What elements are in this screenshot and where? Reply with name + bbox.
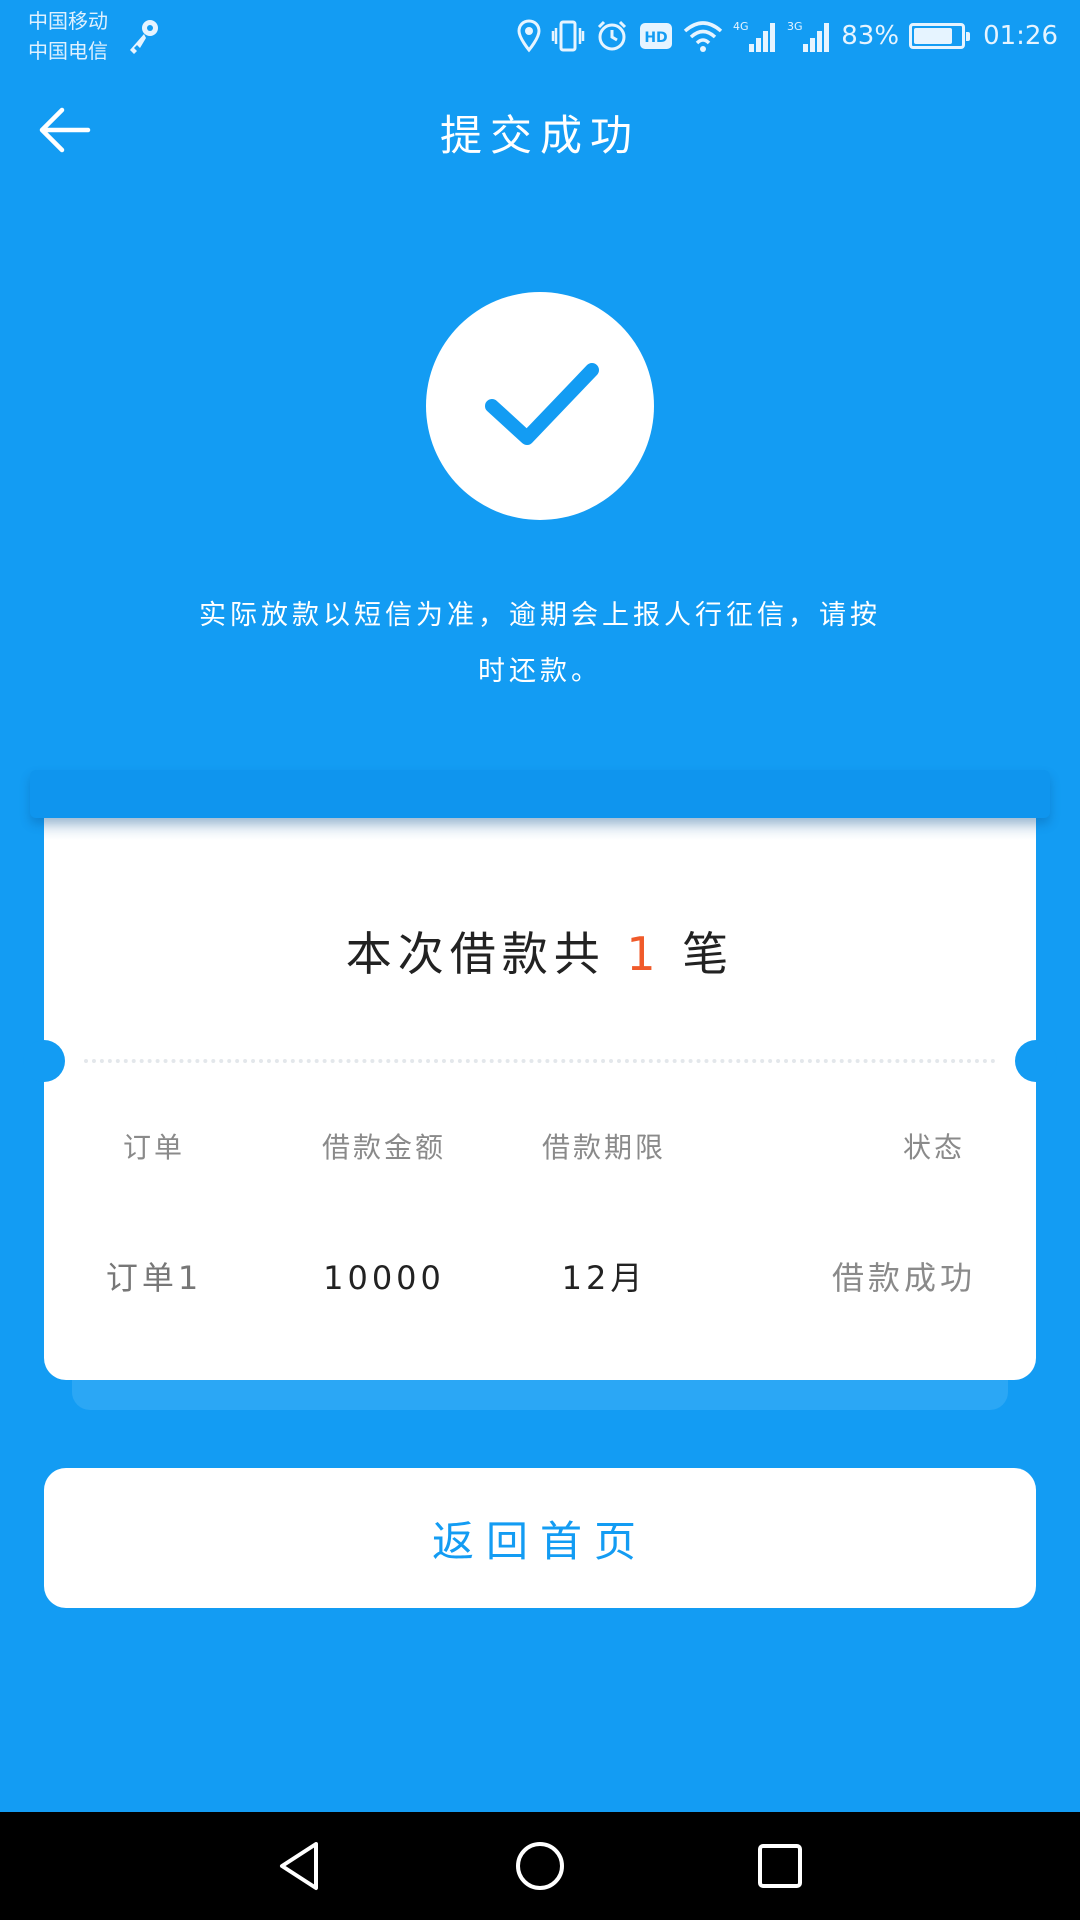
notice-line-2: 时还款。 [478, 656, 602, 687]
return-home-button[interactable]: 返回首页 [44, 1468, 1036, 1608]
nav-recent-icon[interactable] [750, 1836, 810, 1896]
column-header-amount: 借款金额 [321, 1131, 446, 1164]
card-top-shade [44, 818, 1036, 840]
loan-term: 12月 [561, 1259, 647, 1297]
ticket-slot [30, 770, 1050, 818]
clock: 01:26 [983, 21, 1058, 51]
hd-label: HD [645, 30, 668, 46]
nav-home-icon[interactable] [510, 1836, 570, 1896]
ticket-notch-right [1015, 1040, 1057, 1082]
key-icon [130, 20, 158, 54]
column-header-status: 状态 [902, 1131, 965, 1164]
carrier-1: 中国移动 [28, 9, 108, 33]
success-circle [426, 292, 654, 520]
hd-icon: HD [640, 23, 673, 49]
signal-icon-4g: 4G [733, 20, 776, 52]
battery-percent: 83% [841, 21, 900, 51]
column-header-term: 借款期限 [541, 1131, 666, 1164]
battery-icon [909, 23, 971, 49]
ticket-divider [84, 1059, 996, 1063]
table-header: 订单 借款金额 借款期限 状态 [44, 1118, 1036, 1178]
column-header-order: 订单 [122, 1131, 185, 1164]
repayment-notice: 实际放款以短信为准，逾期会上报人行征信，请按 时还款。 [170, 588, 910, 700]
network-4g-label: 4G [733, 20, 749, 33]
battery-fill [914, 28, 953, 44]
loan-amount: 10000 [323, 1259, 445, 1297]
nav-back-icon[interactable] [270, 1836, 330, 1896]
loan-status: 借款成功 [831, 1259, 976, 1297]
loan-count: 本次借款共 1 笔 [44, 918, 1036, 984]
loan-count-suffix: 笔 [682, 927, 735, 981]
vibrate-icon [552, 20, 585, 52]
wifi-icon [684, 21, 723, 52]
alarm-icon [598, 20, 627, 51]
navigation-bar [0, 1812, 1080, 1920]
loan-count-prefix: 本次借款共 [345, 927, 606, 981]
order-name: 订单1 [105, 1259, 203, 1297]
carrier-info: 中国移动 中国电信 [28, 6, 108, 66]
status-bar: 中国移动 中国电信 HD 4G 3G 83% 01:26 [0, 0, 1080, 72]
carrier-2: 中国电信 [28, 39, 108, 63]
network-3g-label: 3G [787, 20, 803, 33]
signal-icon-3g: 3G [787, 20, 830, 52]
loan-count-value: 1 [626, 927, 662, 981]
status-icons: HD 4G 3G 83% 01:26 [517, 14, 1058, 58]
check-icon [485, 363, 599, 445]
table-row: 订单1 10000 12月 借款成功 [44, 1248, 1036, 1308]
ticket-notch-left [23, 1040, 65, 1082]
page-title: 提交成功 [439, 111, 640, 160]
notice-line-1: 实际放款以短信为准，逾期会上报人行征信，请按 [199, 600, 881, 631]
location-icon [517, 19, 541, 53]
loan-summary-card: 本次借款共 1 笔 订单 借款金额 借款期限 状态 订单1 10000 12月 … [23, 818, 1057, 1380]
